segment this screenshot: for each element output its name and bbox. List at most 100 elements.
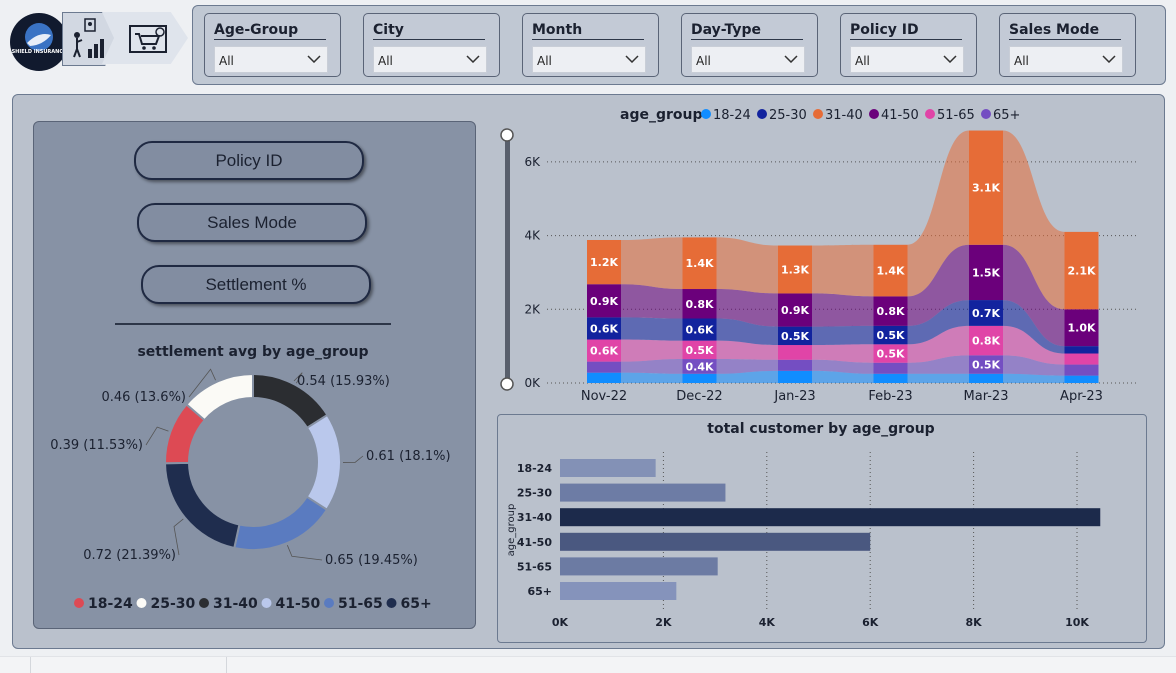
chevron-down-icon [943, 55, 957, 63]
donut-slice-51-65[interactable] [233, 495, 329, 551]
bar-31-40[interactable] [560, 508, 1101, 527]
data-label: 0.6K [590, 322, 618, 335]
slicer-age-group: Age-Group All [204, 13, 341, 77]
divider [115, 323, 391, 325]
donut-data-label: 0.54 (15.93%) [297, 374, 390, 389]
legend-label: 25-30 [769, 108, 807, 123]
dropdown-value: All [696, 54, 711, 68]
x-tick-label: 8K [966, 616, 983, 629]
legend-label: 18-24 [88, 596, 133, 612]
y-tick-label: 31-40 [517, 511, 553, 524]
policy-id-dropdown[interactable]: All [850, 46, 964, 73]
leader-line [342, 455, 364, 463]
stack-segment-25-30[interactable] [1064, 346, 1099, 354]
growth-person-icon [73, 18, 104, 58]
age-group-dropdown[interactable]: All [214, 46, 328, 73]
ribbon-31-40 [812, 244, 874, 297]
ribbon-31-40 [716, 237, 778, 294]
day-type-dropdown[interactable]: All [691, 46, 805, 73]
legend-dot [324, 598, 334, 608]
leader-line [286, 545, 323, 561]
city-dropdown[interactable]: All [373, 46, 487, 73]
legend-label: 51-65 [338, 596, 383, 612]
slider-handle-bottom[interactable] [500, 377, 514, 391]
chevron-down-icon [466, 55, 480, 63]
ribbon-chart: age_group 18-24 25-30 31-40 41-50 51-65 65+ 0K… [500, 107, 1137, 404]
legend-dot [925, 109, 935, 119]
stack-segment-51-65[interactable] [1064, 353, 1099, 365]
slicer-title: City [373, 22, 404, 38]
sales-mode-button[interactable]: Sales Mode [137, 203, 367, 242]
ribbon-25-30 [621, 317, 683, 341]
slider-handle-top[interactable] [500, 128, 514, 142]
settlement-button[interactable]: Settlement % [141, 265, 371, 304]
legend-label: 18-24 [713, 108, 751, 123]
legend-dot [757, 109, 767, 119]
data-label: 2.1K [1067, 265, 1095, 278]
cart-screen-icon [129, 25, 167, 53]
range-slider[interactable] [500, 128, 514, 391]
sales-mode-dropdown[interactable]: All [1009, 46, 1123, 73]
dropdown-value: All [219, 54, 234, 68]
ribbon-41-50 [621, 284, 683, 319]
stack-segment-18-24[interactable] [969, 373, 1003, 383]
legend-dot [136, 598, 147, 608]
stack-segment-18-24[interactable] [873, 373, 908, 383]
nav-tab-sales[interactable] [102, 12, 188, 64]
chevron-down-icon [625, 55, 639, 63]
x-tick-label: Jan-23 [773, 389, 815, 404]
bar-18-24[interactable] [560, 459, 656, 477]
y-tick-label: 65+ [527, 585, 552, 598]
chevron-down-icon [307, 55, 321, 63]
stack-segment-65+[interactable] [778, 359, 812, 371]
y-tick-label: 25-30 [517, 487, 553, 500]
stack-segment-65+[interactable] [587, 361, 621, 373]
donut-title: settlement avg by age_group [137, 344, 368, 360]
slider-track[interactable] [505, 135, 510, 385]
donut-slice-41-50[interactable] [305, 413, 342, 512]
slicer-policy-id: Policy ID All [840, 13, 977, 77]
data-label: 0.9K [590, 295, 618, 308]
page-tab-strip [0, 656, 1176, 673]
donut-slice-65+[interactable] [163, 461, 241, 550]
legend-dot [261, 598, 272, 608]
dropdown-value: All [855, 54, 870, 68]
ribbon-18-24 [621, 372, 683, 383]
y-tick-label: 2K [524, 302, 541, 316]
data-label: 0.7K [972, 307, 1000, 320]
x-tick-label: 4K [759, 616, 776, 629]
data-label: 3.1K [972, 182, 1000, 195]
stack-segment-18-24[interactable] [682, 373, 717, 383]
company-logo: SHIELD INSURANCE [10, 13, 68, 71]
stack-segment-51-65[interactable] [778, 345, 812, 360]
month-dropdown[interactable]: All [532, 46, 646, 73]
bar-65+[interactable] [560, 582, 677, 600]
stack-segment-18-24[interactable] [1064, 375, 1099, 383]
donut-data-label: 0.46 (13.6%) [101, 390, 186, 405]
legend-dot [74, 598, 84, 608]
data-label: 0.8K [876, 305, 904, 318]
legend-dot [386, 598, 397, 608]
data-label: 1.2K [590, 256, 618, 269]
stack-segment-65+[interactable] [873, 362, 908, 374]
slicer-city: City All [363, 13, 500, 77]
data-label: 0.9K [781, 304, 809, 317]
donut-chart: settlement avg by age_group 0.54 (15.93%… [50, 344, 450, 612]
ribbon-51-65 [621, 339, 683, 362]
donut-slice-25-30[interactable] [185, 372, 254, 422]
logo-text: SHIELD INSURANCE [11, 49, 67, 55]
bar-41-50[interactable] [560, 532, 871, 551]
data-label: 1.3K [781, 263, 809, 276]
policy-id-button[interactable]: Policy ID [134, 141, 364, 180]
donut-data-label: 0.72 (21.39%) [83, 548, 176, 563]
chevron-down-icon [784, 55, 798, 63]
y-tick-label: 0K [524, 376, 541, 390]
stack-segment-18-24[interactable] [778, 370, 812, 383]
slicer-title: Day-Type [691, 22, 762, 38]
bar-25-30[interactable] [560, 483, 726, 502]
stack-segment-18-24[interactable] [587, 372, 621, 383]
dropdown-value: All [1014, 54, 1029, 68]
stack-segment-65+[interactable] [1064, 364, 1099, 376]
donut-data-label: 0.65 (19.45%) [325, 553, 418, 568]
bar-51-65[interactable] [560, 557, 718, 576]
